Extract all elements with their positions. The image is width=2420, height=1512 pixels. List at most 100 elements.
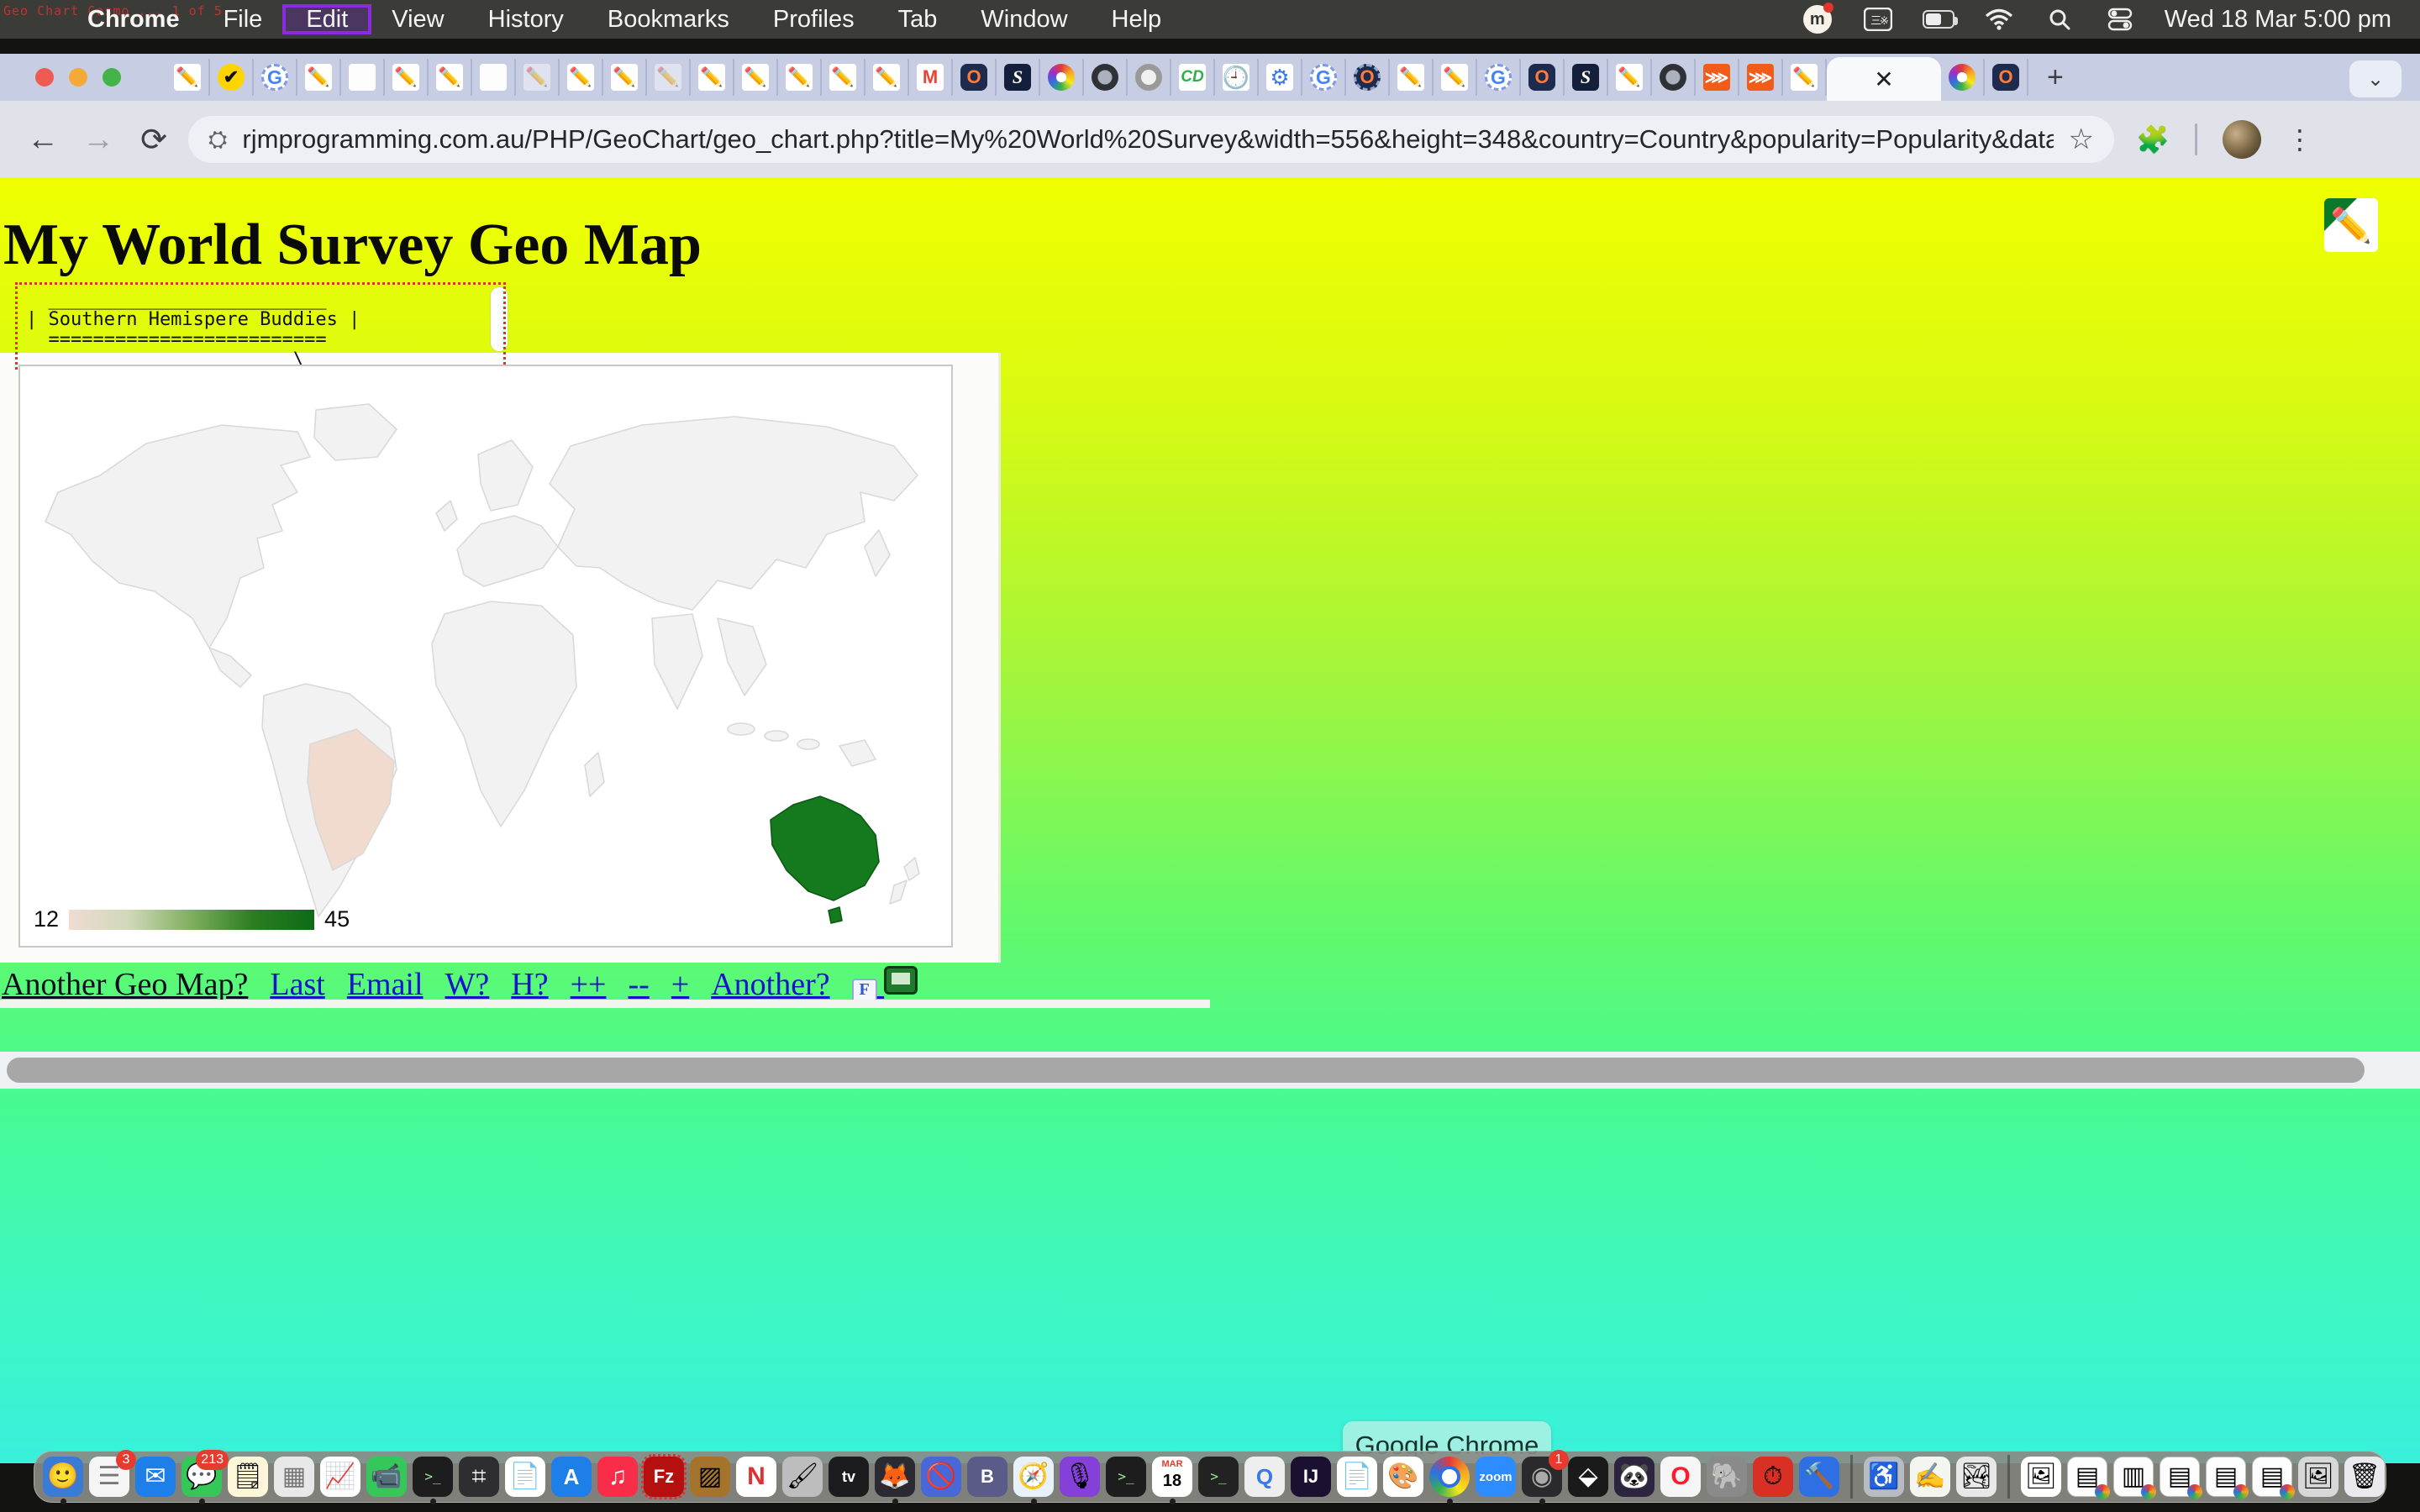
menu-item-help[interactable]: Help (1090, 6, 1184, 33)
dock-item-launchpad[interactable]: ▦ (274, 1457, 314, 1497)
site-settings-icon[interactable]: ⛭ (208, 126, 227, 154)
link-email[interactable]: Email (347, 966, 424, 1003)
dock-item-notes[interactable]: 🗒 (228, 1457, 268, 1497)
dock-item-archive-app[interactable]: ▨ (690, 1457, 730, 1497)
browser-menu-icon[interactable]: ⋮ (2286, 123, 2313, 155)
pinned-tab[interactable]: ✏️ (603, 59, 647, 96)
pinned-tab[interactable]: ✏️ (1390, 59, 1434, 96)
pinned-tab[interactable]: ✏️ (560, 59, 603, 96)
dock-item-min-window-4[interactable]: ▤ (2206, 1457, 2246, 1497)
dock-item-calculator[interactable]: ⌗ (459, 1457, 499, 1497)
dock-item-notes-pencil[interactable]: ✍ (1910, 1457, 1950, 1497)
pinned-tab[interactable]: ✏️ (166, 59, 210, 96)
pinned-tab[interactable]: O (1521, 59, 1565, 96)
pinned-tab[interactable]: ✏️ (822, 59, 865, 96)
pinned-tab[interactable]: S (997, 59, 1040, 96)
dock-item-textedit[interactable]: 📄 (505, 1457, 545, 1497)
horizontal-scrollbar-thumb[interactable] (7, 1058, 2365, 1083)
dock-item-firefox[interactable]: 🦊 (875, 1457, 915, 1497)
window-minimize-button[interactable] (69, 68, 87, 87)
australia-region[interactable] (771, 796, 879, 900)
pinned-tab[interactable]: ⚙ (1259, 59, 1302, 96)
window-close-button[interactable] (35, 68, 54, 87)
pinned-tab[interactable]: O (953, 59, 997, 96)
menu-item-profiles[interactable]: Profiles (751, 6, 876, 33)
dock-item-inkscape[interactable]: ⬙ (1568, 1457, 1608, 1497)
dock-item-blocked-app[interactable]: 🚫 (921, 1457, 961, 1497)
dock-item-panda-app[interactable]: 🐼 (1614, 1457, 1655, 1497)
dock-item-podcasts[interactable]: 🎙 (1060, 1457, 1100, 1497)
pinned-tab[interactable]: ✏️ (734, 59, 778, 96)
menu-item-tab[interactable]: Tab (876, 6, 960, 33)
link-another-[interactable]: Another? (711, 966, 829, 1003)
menu-item-view[interactable]: View (370, 6, 466, 33)
world-geochart[interactable] (20, 366, 955, 949)
extensions-icon[interactable]: 🧩 (2136, 123, 2170, 155)
dock-item-min-window-1[interactable]: ▤ (2067, 1457, 2107, 1497)
dock-item-music[interactable]: ♫ (597, 1457, 638, 1497)
wifi-icon[interactable] (1983, 7, 2015, 32)
reload-button[interactable]: ⟳ (126, 121, 182, 159)
dock-item-safari[interactable]: 🧭 (1013, 1457, 1054, 1497)
link-h-[interactable]: H? (511, 966, 548, 1003)
dock-item-bbedit[interactable]: B (967, 1457, 1007, 1497)
menu-item-bookmarks[interactable]: Bookmarks (586, 6, 751, 33)
pinned-tab[interactable] (1084, 59, 1128, 96)
back-button[interactable]: ← (15, 122, 71, 158)
notepad-pencil-icon[interactable]: ✏️ (2324, 198, 2378, 252)
pinned-tab[interactable]: ✏️ (1434, 59, 1477, 96)
dock-item-facetime[interactable]: 📹 (366, 1457, 407, 1497)
dock-item-paintbrush[interactable]: 🎨 (1383, 1457, 1423, 1497)
window-zoom-button[interactable] (103, 68, 121, 87)
active-tab[interactable]: ✕ (1827, 57, 1941, 101)
link-w-[interactable]: W? (445, 966, 490, 1003)
pinned-tab[interactable]: ✔ (210, 59, 254, 96)
dock-item-intellij[interactable]: IJ (1291, 1457, 1331, 1497)
pinned-tab[interactable] (1040, 59, 1084, 96)
pinned-tab[interactable]: ⋙ (1696, 59, 1739, 96)
dock-item-gauge-app[interactable]: ⏱ (1753, 1457, 1793, 1497)
link-another-geo-map-[interactable]: Another Geo Map? (2, 966, 248, 1003)
pinned-tab[interactable]: CD (1171, 59, 1215, 96)
pinned-tab[interactable] (1652, 59, 1696, 96)
dock-item-chrome[interactable] (1429, 1457, 1470, 1497)
dock-item-chart-app[interactable]: 📈 (320, 1457, 360, 1497)
input-source-icon[interactable]: 三※ (1862, 7, 1894, 32)
link--[interactable]: -- (628, 966, 649, 1003)
dock-item-mail[interactable]: ✉ (135, 1457, 176, 1497)
pinned-tab[interactable]: ✏️ (297, 59, 341, 96)
dock-item-min-window-5[interactable]: ▤ (2252, 1457, 2292, 1497)
dock-item-apple-tv[interactable]: tv (829, 1457, 869, 1497)
dock-item-quicktime[interactable]: Q (1244, 1457, 1285, 1497)
menu-item-edit[interactable]: Edit (284, 6, 370, 33)
pinned-tab[interactable]: O (1985, 59, 2028, 96)
new-tab-button[interactable]: + (2028, 61, 2082, 94)
dock-item-image-file[interactable]: 🖼 (2298, 1457, 2338, 1497)
profile-avatar[interactable] (2223, 120, 2261, 159)
dock-item-terminal-exec[interactable]: >_ (413, 1457, 453, 1497)
dock-item-elephant-app[interactable]: 🐘 (1707, 1457, 1747, 1497)
pinned-tab[interactable]: S (1565, 59, 1608, 96)
dock-item-photos-tile[interactable]: 🏞 (1956, 1457, 1996, 1497)
dock-item-xcode[interactable]: 🔨 (1799, 1457, 1839, 1497)
pinned-tab[interactable]: O (1346, 59, 1390, 96)
link--[interactable]: ++ (571, 966, 607, 1003)
menu-bar-clock[interactable]: Wed 18 Mar 5:00 pm (2165, 6, 2391, 34)
pinned-tab[interactable]: ✏️ (691, 59, 734, 96)
tab-search-button[interactable]: ⌄ (2349, 60, 2402, 97)
pinned-tab[interactable]: ✏️ (647, 59, 691, 96)
bookmark-star-icon[interactable]: ☆ (2069, 123, 2094, 156)
dock-item-min-window-2[interactable]: ▥ (2113, 1457, 2154, 1497)
menu-item-chrome[interactable]: Chrome (66, 6, 202, 33)
dock-item-finder[interactable]: 🙂 (43, 1457, 83, 1497)
tasmania-region[interactable] (829, 907, 842, 923)
dock-item-min-window-3[interactable]: ▤ (2160, 1457, 2200, 1497)
dock-item-terminal-2[interactable]: >_ (1106, 1457, 1146, 1497)
pinned-tab[interactable]: ✏️ (865, 59, 909, 96)
control-center-icon[interactable] (2104, 7, 2136, 32)
notification-app-icon[interactable]: m (1803, 5, 1832, 34)
link--[interactable]: + (671, 966, 689, 1003)
dock-item-reminders[interactable]: ☰3 (89, 1457, 129, 1497)
dock-item-photo-stack[interactable]: 🖼 (2021, 1457, 2061, 1497)
pinned-tab[interactable]: ✏️ (1783, 59, 1827, 96)
